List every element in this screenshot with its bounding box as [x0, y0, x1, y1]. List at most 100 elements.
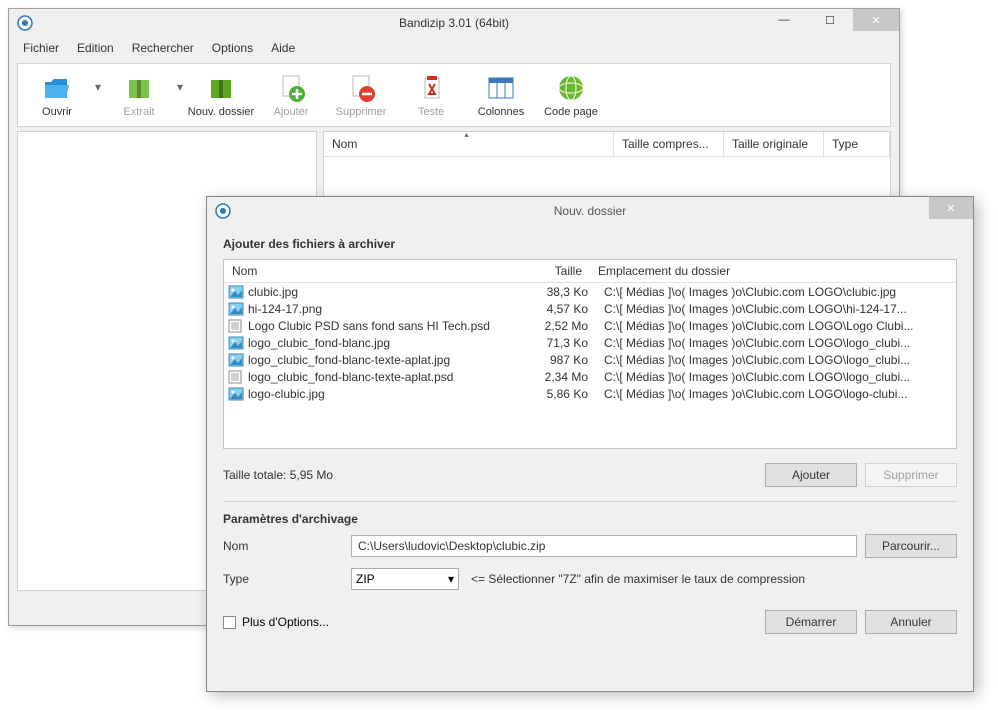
file-size: 71,3 Ko — [520, 336, 596, 350]
minimize-button[interactable]: — — [761, 9, 807, 31]
file-row[interactable]: logo_clubic_fond-blanc.jpg71,3 KoC:\[ Mé… — [224, 334, 956, 351]
section-params-label: Paramètres d'archivage — [223, 512, 957, 526]
file-name: logo_clubic_fond-blanc-texte-aplat.jpg — [248, 353, 520, 367]
file-location: C:\[ Médias ]\o( Images )o\Clubic.com LO… — [596, 336, 952, 350]
filecol-emplacement[interactable]: Emplacement du dossier — [590, 260, 956, 282]
file-size: 987 Ko — [520, 353, 596, 367]
titlebar[interactable]: Bandizip 3.01 (64bit) — ☐ ✕ — [9, 9, 899, 37]
file-name: Logo Clubic PSD sans fond sans HI Tech.p… — [248, 319, 520, 333]
file-icon — [228, 387, 244, 401]
more-options-checkbox[interactable]: Plus d'Options... — [223, 615, 329, 629]
checkbox-icon — [223, 616, 236, 629]
newfolder-button[interactable]: Nouv. dossier — [186, 70, 256, 120]
name-row: Nom Parcourir... — [223, 534, 957, 558]
divider — [223, 501, 957, 502]
section-add-label: Ajouter des fichiers à archiver — [223, 237, 957, 251]
close-button[interactable]: ✕ — [853, 9, 899, 31]
browse-button[interactable]: Parcourir... — [865, 534, 957, 558]
file-size: 38,3 Ko — [520, 285, 596, 299]
file-icon — [228, 285, 244, 299]
app-icon — [215, 203, 231, 219]
col-type[interactable]: Type — [824, 132, 890, 156]
file-location: C:\[ Médias ]\o( Images )o\Clubic.com LO… — [596, 353, 952, 367]
file-name: logo_clubic_fond-blanc.jpg — [248, 336, 520, 350]
app-icon — [17, 15, 33, 31]
add-button[interactable]: Ajouter — [256, 70, 326, 120]
file-row[interactable]: logo_clubic_fond-blanc-texte-aplat.jpg98… — [224, 351, 956, 368]
filecol-nom[interactable]: Nom — [224, 260, 514, 282]
type-label: Type — [223, 572, 351, 586]
filecol-taille[interactable]: Taille — [514, 260, 590, 282]
file-size: 2,34 Mo — [520, 370, 596, 384]
menu-fichier[interactable]: Fichier — [15, 39, 67, 57]
file-icon — [228, 370, 244, 384]
columns-button[interactable]: Colonnes — [466, 70, 536, 120]
options-row: Plus d'Options... Démarrer Annuler — [223, 610, 957, 634]
new-archive-icon — [205, 72, 237, 104]
globe-icon — [555, 72, 587, 104]
type-select[interactable]: ZIP ▾ — [351, 568, 459, 590]
archive-path-input[interactable] — [351, 535, 857, 557]
columns-icon — [485, 72, 517, 104]
file-size: 2,52 Mo — [520, 319, 596, 333]
extract-button[interactable]: Extrait — [104, 70, 174, 120]
new-archive-dialog: Nouv. dossier ✕ Ajouter des fichiers à a… — [206, 196, 974, 692]
file-name: logo-clubic.jpg — [248, 387, 520, 401]
file-location: C:\[ Médias ]\o( Images )o\Clubic.com LO… — [596, 370, 952, 384]
codepage-button[interactable]: Code page — [536, 70, 606, 120]
file-size: 4,57 Ko — [520, 302, 596, 316]
menu-rechercher[interactable]: Rechercher — [124, 39, 202, 57]
file-list[interactable]: Nom Taille Emplacement du dossier clubic… — [223, 259, 957, 449]
toolbar: Ouvrir ▾ Extrait ▾ Nouv. dossier Ajouter… — [18, 64, 890, 126]
file-row[interactable]: hi-124-17.png4,57 KoC:\[ Médias ]\o( Ima… — [224, 300, 956, 317]
dialog-close-button[interactable]: ✕ — [929, 197, 973, 219]
dropdown-arrow-icon[interactable]: ▾ — [174, 70, 186, 94]
dialog-body: Ajouter des fichiers à archiver Nom Tail… — [207, 225, 973, 646]
file-location: C:\[ Médias ]\o( Images )o\Clubic.com LO… — [596, 302, 952, 316]
menu-options[interactable]: Options — [204, 39, 261, 57]
dropdown-arrow-icon[interactable]: ▾ — [92, 70, 104, 94]
file-icon — [228, 353, 244, 367]
window-title: Bandizip 3.01 (64bit) — [399, 16, 509, 30]
folder-open-icon — [41, 72, 73, 104]
dialog-title: Nouv. dossier — [554, 204, 626, 218]
col-compressed[interactable]: Taille compres... — [614, 132, 724, 156]
test-icon — [415, 72, 447, 104]
cancel-button[interactable]: Annuler — [865, 610, 957, 634]
delete-button[interactable]: Supprimer — [326, 70, 396, 120]
file-icon — [228, 302, 244, 316]
window-controls: — ☐ ✕ — [761, 9, 899, 31]
file-row[interactable]: logo_clubic_fond-blanc-texte-aplat.psd2,… — [224, 368, 956, 385]
file-name: logo_clubic_fond-blanc-texte-aplat.psd — [248, 370, 520, 384]
start-button[interactable]: Démarrer — [765, 610, 857, 634]
menubar: Fichier Edition Rechercher Options Aide — [9, 37, 899, 59]
add-icon — [275, 72, 307, 104]
open-button[interactable]: Ouvrir — [22, 70, 92, 120]
file-size: 5,86 Ko — [520, 387, 596, 401]
type-row: Type ZIP ▾ <= Sélectionner "7Z" afin de … — [223, 568, 957, 590]
dialog-titlebar[interactable]: Nouv. dossier ✕ — [207, 197, 973, 225]
total-row: Taille totale: 5,95 Mo Ajouter Supprimer — [223, 463, 957, 487]
file-row[interactable]: Logo Clubic PSD sans fond sans HI Tech.p… — [224, 317, 956, 334]
file-row[interactable]: clubic.jpg38,3 KoC:\[ Médias ]\o( Images… — [224, 283, 956, 300]
add-file-button[interactable]: Ajouter — [765, 463, 857, 487]
col-original[interactable]: Taille originale — [724, 132, 824, 156]
col-nom[interactable]: Nom — [324, 132, 614, 156]
file-location: C:\[ Médias ]\o( Images )o\Clubic.com LO… — [596, 387, 952, 401]
total-size: Taille totale: 5,95 Mo — [223, 468, 333, 482]
file-location: C:\[ Médias ]\o( Images )o\Clubic.com LO… — [596, 319, 952, 333]
file-icon — [228, 319, 244, 333]
file-row[interactable]: logo-clubic.jpg5,86 KoC:\[ Médias ]\o( I… — [224, 385, 956, 402]
file-name: hi-124-17.png — [248, 302, 520, 316]
test-button[interactable]: Teste — [396, 70, 466, 120]
extract-icon — [123, 72, 155, 104]
maximize-button[interactable]: ☐ — [807, 9, 853, 31]
file-list-header: Nom Taille Emplacement du dossier — [224, 260, 956, 283]
menu-edition[interactable]: Edition — [69, 39, 122, 57]
remove-file-button[interactable]: Supprimer — [865, 463, 957, 487]
toolbar-container: Ouvrir ▾ Extrait ▾ Nouv. dossier Ajouter… — [17, 63, 891, 127]
file-name: clubic.jpg — [248, 285, 520, 299]
menu-aide[interactable]: Aide — [263, 39, 303, 57]
delete-icon — [345, 72, 377, 104]
chevron-down-icon: ▾ — [448, 572, 454, 586]
